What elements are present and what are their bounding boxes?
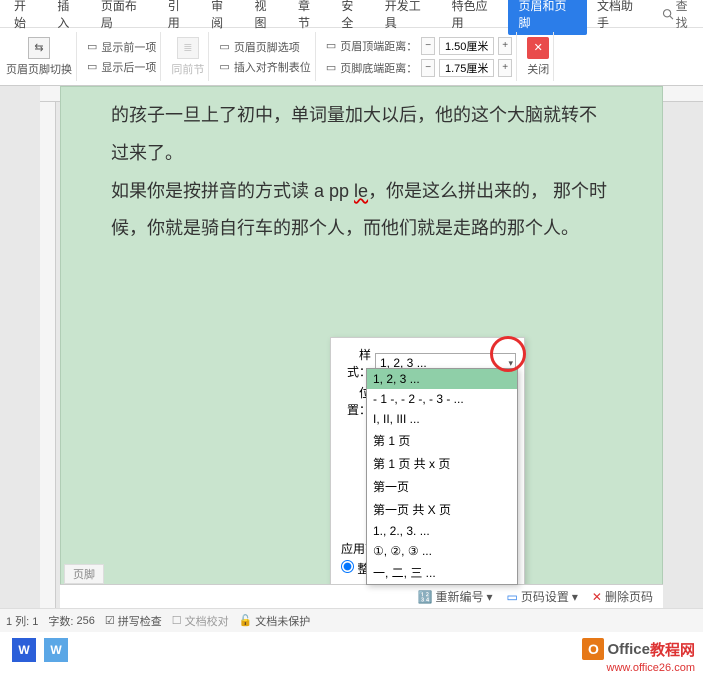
distance-group: ▭ 页眉顶端距离： − + ▭ 页脚底端距离： − + (322, 32, 517, 81)
style-option-1[interactable]: 1, 2, 3 ... (367, 369, 517, 389)
top-dist-plus[interactable]: + (498, 37, 512, 55)
page-settings-button[interactable]: ▭页码设置 ▾ (507, 588, 578, 605)
ribbon: ⇆ 页眉页脚切换 ▭显示前一项 ▭显示后一项 ≣ 同前节 ▭页眉页脚选项 ▭插入… (0, 28, 703, 86)
watermark-logo-icon: O (582, 638, 604, 660)
tab-review[interactable]: 审阅 (201, 0, 244, 35)
same-prev-group[interactable]: ≣ 同前节 (167, 32, 209, 81)
tab-layout[interactable]: 页面布局 (91, 0, 158, 35)
hf-switch-label: 页眉页脚切换 (6, 61, 72, 77)
spell-error[interactable]: le (354, 181, 368, 201)
hf-options[interactable]: ▭页眉页脚选项 (219, 39, 310, 55)
watermark-brand: Office (607, 641, 650, 658)
bot-dist-minus[interactable]: − (421, 59, 435, 77)
app-icon-w[interactable]: W (12, 638, 36, 662)
search-box[interactable]: 查找 (662, 0, 699, 31)
style-option-4[interactable]: 第 1 页 (367, 429, 517, 452)
close-icon: ✕ (527, 37, 549, 59)
search-label: 查找 (676, 0, 699, 31)
spell-check-toggle[interactable]: ☑拼写检查 (105, 613, 162, 629)
style-option-6[interactable]: 第一页 (367, 475, 517, 498)
options-group: ▭页眉页脚选项 ▭插入对齐制表位 (215, 32, 315, 81)
app-icon-w2[interactable]: W (44, 638, 68, 662)
tab-ref[interactable]: 引用 (158, 0, 201, 35)
show-next[interactable]: ▭显示后一项 (87, 59, 156, 75)
top-dist-minus[interactable]: − (421, 37, 435, 55)
tab-helper[interactable]: 文档助手 (587, 0, 654, 35)
tab-safe[interactable]: 安全 (331, 0, 374, 35)
tab-dev[interactable]: 开发工具 (375, 0, 442, 35)
taskbar-icons: W W (12, 638, 68, 662)
style-option-7[interactable]: 第一页 共 X 页 (367, 498, 517, 521)
page-position[interactable]: 1 列: 1 (6, 613, 38, 629)
vertical-ruler[interactable] (40, 102, 56, 608)
style-dropdown: 1, 2, 3 ... - 1 -, - 2 -, - 3 - ... I, I… (366, 368, 518, 585)
style-option-9[interactable]: ①, ②, ③ ... (367, 541, 517, 561)
same-prev-icon: ≣ (177, 37, 199, 59)
chevron-down-icon: ▾ (508, 358, 513, 369)
top-dist-input[interactable] (439, 37, 494, 55)
watermark-url: www.office26.com (607, 662, 695, 674)
bot-dist-label: 页脚底端距离： (340, 60, 417, 76)
proof-toggle[interactable]: ☐文档校对 (172, 613, 229, 629)
word-count[interactable]: 字数: 256 (48, 613, 94, 629)
style-option-2[interactable]: - 1 -, - 2 -, - 3 - ... (367, 389, 517, 409)
page-number-toolbar: 🔢重新编号 ▾ ▭页码设置 ▾ ✕删除页码 (60, 584, 663, 608)
show-prev[interactable]: ▭显示前一项 (87, 39, 156, 55)
top-dist-icon: ▭ (326, 39, 336, 52)
tab-chapter[interactable]: 章节 (288, 0, 331, 35)
footer-section-label: 页脚 (64, 564, 104, 584)
menu-tabs: 开始 插入 页面布局 引用 审阅 视图 章节 安全 开发工具 特色应用 页眉和页… (0, 0, 703, 28)
doc-paragraph-1: 的孩子一旦上了初中，单词量加大以后，他的这个大脑就转不过来了。 (111, 97, 612, 173)
protect-status[interactable]: 🔓文档未保护 (239, 613, 311, 629)
style-option-5[interactable]: 第 1 页 共 x 页 (367, 452, 517, 475)
doc-paragraph-2: 如果你是按拼音的方式读 a pp le，你是这么拼出来的， 那个时候，你就是骑自… (111, 173, 612, 249)
tab-special[interactable]: 特色应用 (442, 0, 509, 35)
same-prev-label: 同前节 (171, 61, 204, 77)
renumber-button[interactable]: 🔢重新编号 ▾ (418, 588, 493, 605)
hf-switch-icon: ⇆ (28, 37, 50, 59)
top-dist-label: 页眉顶端距离： (340, 38, 417, 54)
tab-view[interactable]: 视图 (245, 0, 288, 35)
status-bar: 1 列: 1 字数: 256 ☑拼写检查 ☐文档校对 🔓文档未保护 (0, 608, 703, 632)
bot-dist-plus[interactable]: + (498, 59, 512, 77)
bot-dist-input[interactable] (439, 59, 494, 77)
hf-switch-group[interactable]: ⇆ 页眉页脚切换 (2, 32, 77, 81)
watermark: O Office教程网 www.office26.com (582, 638, 695, 660)
tab-start[interactable]: 开始 (4, 0, 47, 35)
tab-insert[interactable]: 插入 (47, 0, 90, 35)
whole-doc-radio[interactable] (341, 560, 354, 573)
close-group[interactable]: ✕ 关闭 (523, 32, 554, 81)
watermark-brand2: 教程网 (650, 639, 695, 660)
delete-pagenum-button[interactable]: ✕删除页码 (592, 588, 653, 605)
insert-align[interactable]: ▭插入对齐制表位 (219, 59, 310, 75)
style-option-3[interactable]: I, II, III ... (367, 409, 517, 429)
search-icon (662, 8, 674, 20)
show-group: ▭显示前一项 ▭显示后一项 (83, 32, 161, 81)
bot-dist-icon: ▭ (326, 61, 336, 74)
close-label: 关闭 (527, 61, 549, 77)
style-option-8[interactable]: 1., 2., 3. ... (367, 521, 517, 541)
tab-header-footer[interactable]: 页眉和页脚 (508, 0, 587, 35)
style-option-10[interactable]: 一, 二, 三 ... (367, 561, 517, 584)
